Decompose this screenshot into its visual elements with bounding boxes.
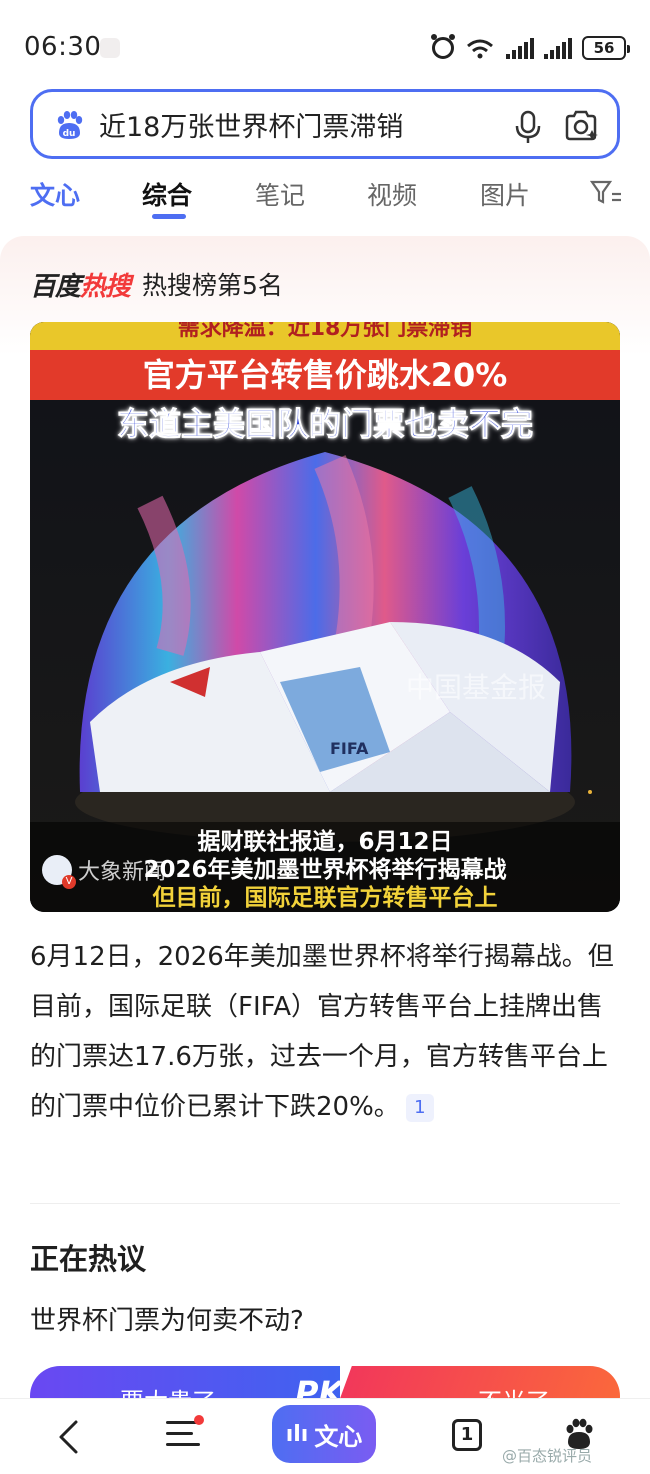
- signal-icon: [506, 37, 534, 59]
- back-icon[interactable]: [54, 1419, 84, 1455]
- tab-video[interactable]: 视频: [367, 176, 417, 212]
- svg-text:du: du: [63, 129, 76, 139]
- video-thumbnail[interactable]: FIFA 昨天 需求降温：近18万张门票滞销 官方平台转售价跳水20% 东道主美…: [30, 322, 620, 912]
- status-bar: 06:30 56: [0, 0, 650, 90]
- tab-notes[interactable]: 笔记: [255, 176, 305, 212]
- notification-dot: [194, 1415, 204, 1425]
- section-divider: [30, 1203, 620, 1204]
- filter-icon[interactable]: [590, 180, 622, 206]
- search-bar[interactable]: du: [30, 89, 620, 159]
- tab-images[interactable]: 图片: [480, 176, 530, 212]
- hot-search-header[interactable]: 百度热搜 热搜榜第5名: [30, 266, 283, 302]
- search-tabs: 文心 综合 笔记 视频 图片: [0, 170, 650, 220]
- source-logo-icon: [42, 855, 76, 889]
- article-summary: 6月12日，2026年美加墨世界杯将举行揭幕战。但目前，国际足联（FIFA）官方…: [30, 932, 622, 1132]
- camera-search-icon[interactable]: [563, 110, 599, 142]
- caption-main: 官方平台转售价跳水20%: [30, 350, 620, 400]
- article-text: 6月12日，2026年美加墨世界杯将举行揭幕战。但目前，国际足联（FIFA）官方…: [30, 942, 614, 1122]
- tab-active-indicator: [152, 214, 186, 219]
- alarm-icon: [431, 34, 455, 59]
- sound-wave-icon: ılı: [285, 1421, 309, 1447]
- source-name: 大象新闻: [78, 860, 167, 885]
- tab-general[interactable]: 综合: [142, 176, 192, 212]
- hot-rank-label: 热搜榜第5名: [142, 271, 283, 300]
- microphone-icon[interactable]: [513, 110, 543, 144]
- wenxin-button[interactable]: ılı 文心: [272, 1405, 376, 1463]
- battery-icon: 56: [582, 36, 630, 60]
- tabs-count-icon[interactable]: 1: [452, 1419, 482, 1451]
- status-time: 06:30: [24, 32, 102, 62]
- huawei-icon: [100, 38, 120, 58]
- signal-icon-2: [544, 37, 572, 59]
- bottom-nav: ılı 文心 1 @百态锐评员: [0, 1398, 650, 1474]
- corner-watermark: @百态锐评员: [502, 1447, 593, 1465]
- discussion-title: 正在热议: [30, 1242, 147, 1276]
- baidu-paw-icon: du: [57, 111, 83, 139]
- tab-wenxin[interactable]: 文心: [30, 176, 80, 212]
- wenxin-label: 文心: [314, 1422, 363, 1451]
- svg-text:FIFA: FIFA: [330, 739, 369, 758]
- status-icons: 56: [431, 34, 630, 62]
- baidu-hot-logo: 百度热搜: [30, 271, 131, 302]
- discussion-question: 世界杯门票为何卖不动?: [30, 1306, 304, 1336]
- reference-badge[interactable]: 1: [405, 1093, 434, 1122]
- search-input[interactable]: [99, 104, 499, 144]
- news-source: 大象新闻: [42, 854, 167, 889]
- image-watermark: 中国基金报: [406, 671, 547, 704]
- caption-top: 需求降温：近18万张门票滞销: [30, 322, 620, 350]
- menu-icon[interactable]: [166, 1415, 204, 1453]
- wifi-icon: [467, 39, 493, 59]
- caption-blue: 东道主美国队的门票也卖不完: [116, 405, 533, 444]
